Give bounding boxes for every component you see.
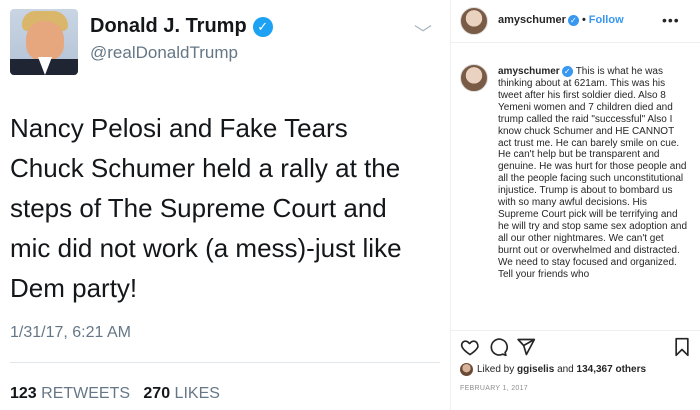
tweet-author-handle[interactable]: @realDonaldTrump (90, 43, 238, 63)
caption-avatar[interactable] (460, 64, 488, 92)
post-date[interactable]: FEBRUARY 1, 2017 (460, 385, 528, 392)
like-label[interactable]: LIKES (175, 385, 220, 402)
retweet-label[interactable]: RETWEETS (41, 385, 130, 402)
tweet-card: Donald J. Trump ✓ @realDonaldTrump ﹀ Nanc… (0, 0, 450, 410)
liker-username[interactable]: ggiselis (517, 364, 554, 375)
caption-fade (498, 312, 688, 330)
comment-icon[interactable] (488, 337, 508, 357)
bookmark-icon[interactable] (672, 337, 692, 357)
tweet-stats: 123 RETWEETS 270 LIKES (10, 385, 220, 403)
actions-divider (451, 330, 700, 331)
share-icon[interactable] (516, 337, 536, 357)
verified-badge-icon: ✓ (561, 66, 573, 77)
more-options-icon[interactable]: ••• (662, 12, 680, 28)
instagram-header: amyschumer ✓ • Follow (498, 14, 624, 26)
caption-text: This is what he was thinking about at 62… (498, 66, 687, 280)
verified-badge-icon: ✓ (252, 16, 273, 37)
dot-separator: • (581, 14, 586, 26)
tweet-timestamp[interactable]: 1/31/17, 6:21 AM (10, 324, 131, 342)
instagram-username[interactable]: amyschumer (498, 14, 566, 26)
post-caption: amyschumer ✓ This is what he was thinking … (498, 66, 688, 280)
tweet-text: Nancy Pelosi and Fake Tears Chuck Schume… (10, 113, 402, 303)
heart-icon[interactable] (460, 337, 480, 357)
retweet-count[interactable]: 123 (10, 385, 37, 402)
tweet-author-name-text: Donald J. Trump (90, 15, 247, 37)
likes-others-count[interactable]: 134,367 others (577, 364, 647, 375)
follow-button[interactable]: Follow (589, 14, 624, 26)
liker-avatar[interactable] (460, 363, 473, 376)
likes-and: and (557, 364, 574, 376)
likes-prefix: Liked by (477, 364, 515, 376)
tweet-author-name[interactable]: Donald J. Trump ✓ (90, 15, 273, 38)
likes-summary: Liked by ggiselis and 134,367 others (460, 363, 646, 377)
verified-badge-icon: ✓ (567, 14, 579, 26)
instagram-header-avatar[interactable] (460, 7, 488, 35)
chevron-down-icon[interactable]: ﹀ (414, 20, 432, 46)
tweet-divider (10, 362, 440, 363)
header-divider (451, 42, 700, 43)
like-count[interactable]: 270 (143, 385, 170, 402)
caption-username[interactable]: amyschumer (498, 66, 560, 77)
tweet-avatar[interactable] (10, 9, 78, 75)
avatar-face (26, 21, 64, 61)
